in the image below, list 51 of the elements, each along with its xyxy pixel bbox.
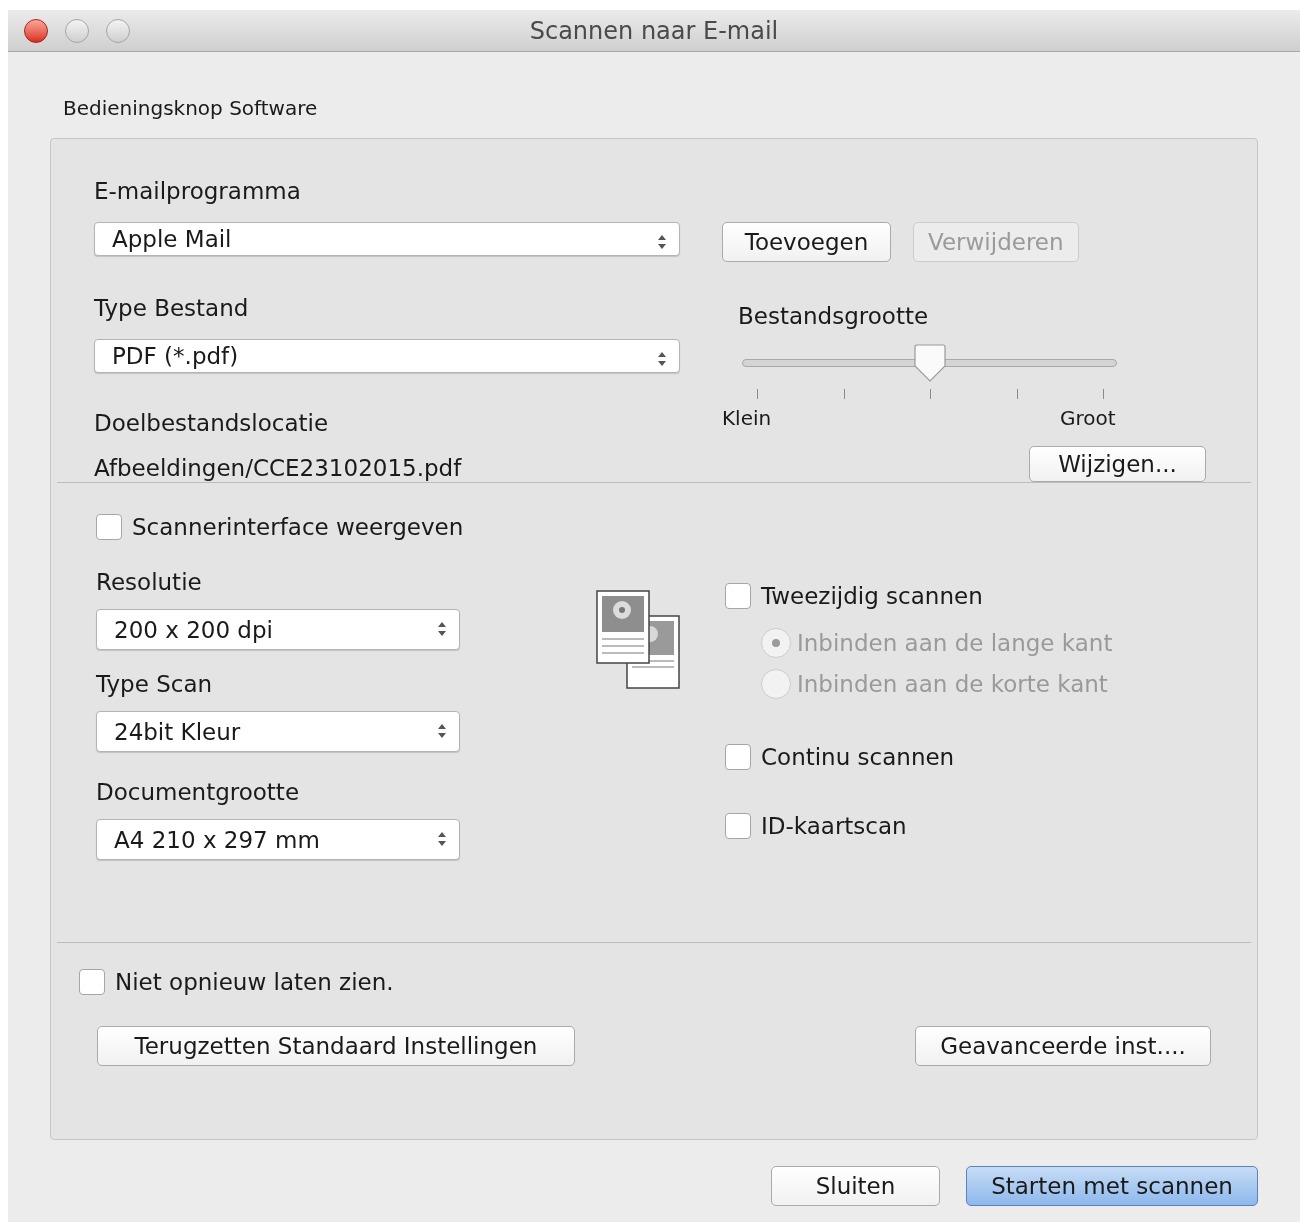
tick-mark	[843, 389, 845, 399]
tick-mark	[1103, 389, 1104, 399]
field-label: Doelbestandslocatie	[94, 409, 330, 437]
file-path: Afbeeldingen/CCE23102015.pdf	[94, 454, 463, 482]
slider-track[interactable]	[742, 359, 1117, 367]
radio-label: Inbinden aan de korte kant	[797, 670, 1108, 698]
button[interactable]: Terugzetten Standaard Instellingen	[97, 1026, 575, 1066]
checkbox-label: Continu scannen	[761, 743, 955, 771]
field-label: E-mailprogramma	[94, 177, 302, 205]
tick-mark	[757, 389, 758, 399]
button[interactable]: Geavanceerde inst....	[915, 1026, 1211, 1066]
checkbox[interactable]	[725, 583, 751, 609]
checkbox[interactable]	[725, 744, 751, 770]
popup-button[interactable]: A4 210 x 297 mm	[96, 819, 460, 860]
up-down-arrows-icon	[437, 723, 447, 739]
field-label: Resolutie	[96, 568, 203, 596]
field-label: Bestandsgrootte	[738, 302, 930, 330]
popup-button[interactable]: 200 x 200 dpi	[96, 609, 460, 650]
up-down-arrows-icon	[437, 621, 447, 637]
field-label: Type Bestand	[94, 294, 250, 322]
button[interactable]: Toevoegen	[722, 222, 891, 262]
checkbox-label: ID-kaartscan	[761, 812, 907, 840]
checkbox[interactable]	[725, 813, 751, 839]
checkbox[interactable]	[79, 969, 105, 995]
slider-min-label: Klein	[722, 405, 772, 432]
window-title: Scannen naar E-mail	[529, 15, 779, 47]
checkbox-label: Scannerinterface weergeven	[132, 513, 464, 541]
checkbox-label: Tweezijdig scannen	[761, 582, 983, 610]
up-down-arrows-icon	[437, 831, 447, 847]
slider-max-label: Groot	[1060, 405, 1116, 432]
checkbox-label: Niet opnieuw laten zien.	[115, 968, 394, 996]
slider-thumb[interactable]	[913, 344, 946, 382]
group-label: Bedieningsknop Software	[63, 96, 318, 120]
minimize-button[interactable]	[65, 18, 89, 43]
close-button[interactable]	[24, 18, 48, 43]
popup-button[interactable]: PDF (*.pdf)	[94, 339, 680, 373]
duplex-pages-icon	[596, 590, 682, 690]
tick-mark	[1016, 389, 1018, 399]
popup-button[interactable]: 24bit Kleur	[96, 711, 460, 752]
checkbox[interactable]	[96, 514, 122, 540]
field-label: Documentgrootte	[96, 778, 301, 806]
button[interactable]: Sluiten	[771, 1166, 940, 1206]
radio-label: Inbinden aan de lange kant	[797, 629, 1113, 657]
up-down-arrows-icon	[657, 234, 667, 250]
zoom-button[interactable]	[106, 18, 130, 43]
field-label: Type Scan	[96, 670, 214, 698]
button[interactable]: Wijzigen...	[1029, 445, 1206, 482]
popup-button[interactable]: Apple Mail	[94, 222, 680, 256]
button[interactable]: Starten met scannen	[966, 1166, 1258, 1206]
tick-mark	[930, 389, 931, 399]
up-down-arrows-icon	[657, 351, 667, 367]
